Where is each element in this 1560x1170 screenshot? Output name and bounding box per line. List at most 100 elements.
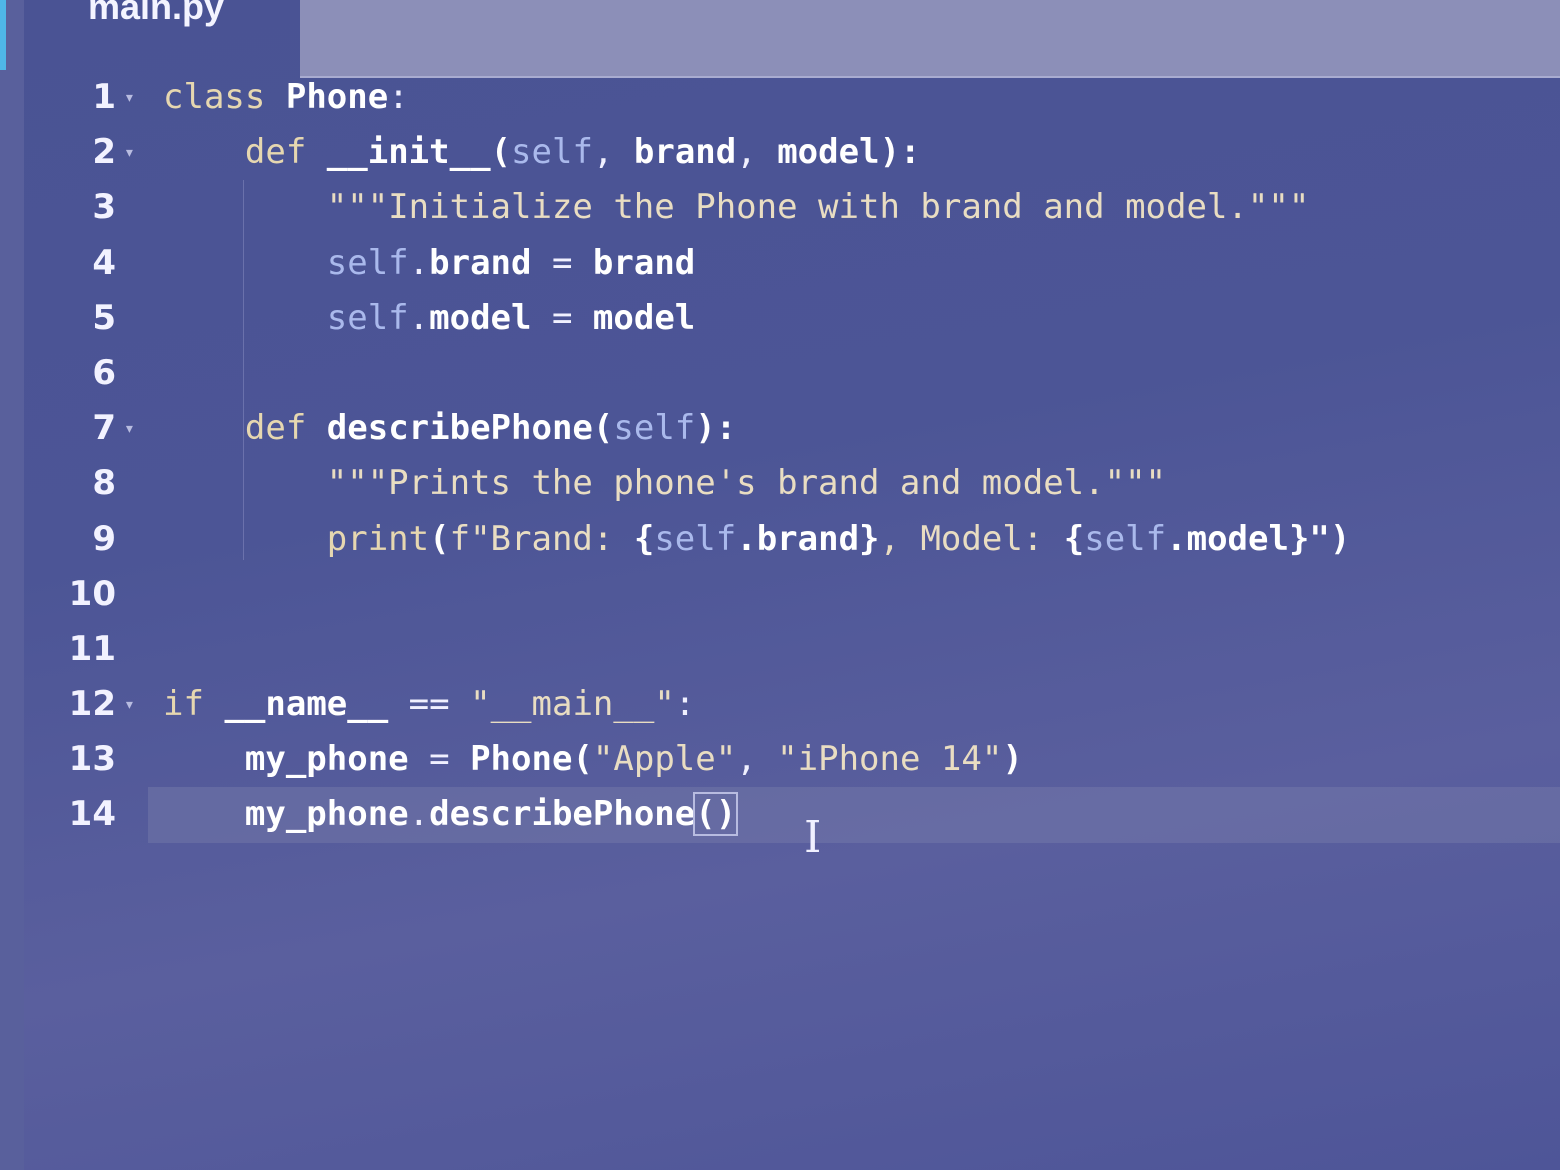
token-p: .: [408, 297, 430, 338]
code-text: self.model = model: [163, 291, 696, 346]
line-number: 10: [68, 573, 116, 614]
token-id: model: [592, 297, 696, 338]
token-str: """Initialize the Phone with brand and m…: [326, 187, 1310, 228]
token-id: (: [429, 518, 450, 559]
fold-arrow-icon[interactable]: ▾: [124, 677, 135, 732]
token-p: ,: [736, 739, 778, 780]
token-id: Phone: [285, 77, 389, 117]
token-str: "iPhone 14": [777, 739, 1003, 780]
code-line[interactable]: 9 print(f"Brand: {self.brand}, Model: {s…: [0, 512, 1560, 567]
token-id: __name__: [224, 684, 389, 725]
token-str: """Prints the phone's brand and model.""…: [326, 463, 1167, 504]
token-kw: def: [244, 132, 307, 173]
tab-main-py[interactable]: main.py: [88, 0, 224, 28]
code-text: def __init__(self, brand, model):: [163, 125, 921, 180]
text-cursor-icon: I: [804, 812, 822, 863]
token-p: [306, 132, 326, 172]
token-id: ):: [879, 132, 921, 173]
line-number: 5: [92, 297, 116, 338]
line-number: 4: [92, 242, 116, 283]
code-line[interactable]: 13 my_phone = Phone("Apple", "iPhone 14"…: [0, 732, 1560, 787]
token-str: "__main__": [470, 684, 675, 725]
code-line[interactable]: 11: [0, 622, 1560, 677]
tab-strip: [300, 0, 1560, 78]
token-str: , Model:: [879, 518, 1064, 559]
code-line[interactable]: 12 ▾ if __name__ == "__main__":: [0, 677, 1560, 732]
fold-arrow-icon[interactable]: ▾: [124, 125, 135, 180]
token-id: __init__: [326, 132, 491, 173]
line-number: 13: [68, 739, 116, 780]
code-line[interactable]: 4 self.brand = brand: [0, 236, 1560, 291]
token-id: brand: [592, 242, 696, 283]
token-id: brand: [429, 242, 532, 283]
fold-arrow-icon[interactable]: ▾: [124, 401, 135, 456]
code-line[interactable]: 6: [0, 346, 1560, 401]
token-p: .: [408, 242, 430, 283]
token-self: self: [511, 132, 593, 173]
token-p: [306, 408, 326, 448]
code-line[interactable]: 8 """Prints the phone's brand and model.…: [0, 456, 1560, 511]
line-number: 14: [68, 794, 116, 835]
token-p: :: [674, 684, 696, 725]
fold-arrow-icon[interactable]: ▾: [124, 70, 135, 125]
token-p: .: [408, 794, 430, 835]
token-p: [265, 77, 285, 117]
token-id: describePhone: [326, 408, 593, 449]
token-id: ): [1002, 739, 1023, 780]
code-line[interactable]: 3 """Initialize the Phone with brand and…: [0, 180, 1560, 235]
token-id: model: [429, 297, 532, 338]
token-p: ==: [388, 684, 471, 725]
code-line[interactable]: 14 my_phone.describePhone(): [69, 787, 1560, 843]
line-number: 12: [68, 684, 116, 725]
code-line[interactable]: 5 self.model = model: [0, 291, 1560, 346]
code-text: self.brand = brand: [163, 236, 696, 291]
token-id: (: [490, 132, 512, 173]
line-number: 6: [92, 352, 116, 393]
code-text: class Phone:: [163, 70, 409, 125]
line-number: 2: [92, 132, 116, 173]
token-self: self: [1084, 518, 1167, 559]
token-id: describePhone: [429, 794, 696, 835]
code-line[interactable]: 2 ▾ def __init__(self, brand, model):: [0, 125, 1560, 180]
code-text: """Prints the phone's brand and model.""…: [163, 456, 1166, 511]
token-id: {: [1063, 518, 1085, 559]
token-p: :: [388, 77, 409, 117]
token-id: my_phone: [244, 794, 409, 835]
code-text: """Initialize the Phone with brand and m…: [163, 180, 1310, 235]
code-text: my_phone = Phone("Apple", "iPhone 14"): [163, 732, 1023, 787]
token-id: {: [633, 518, 655, 559]
code-line[interactable]: 10: [0, 567, 1560, 622]
line-number: 1: [92, 77, 116, 117]
token-id: (: [572, 739, 593, 780]
line-number: 3: [92, 187, 116, 228]
code-text: if __name__ == "__main__":: [163, 677, 695, 732]
token-id: brand: [633, 132, 737, 173]
token-kw: def: [244, 408, 307, 449]
token-kw: print: [326, 518, 430, 559]
token-self: self: [326, 297, 409, 338]
token-p: =: [531, 242, 593, 283]
line-number: 11: [68, 628, 116, 669]
token-id: (: [592, 408, 614, 449]
token-id: "): [1309, 518, 1351, 559]
code-text: def describePhone(self):: [163, 401, 736, 456]
token-id: my_phone: [244, 739, 409, 780]
token-str: "Apple": [592, 739, 737, 780]
token-id: Phone: [470, 739, 573, 780]
token-kw: class: [163, 77, 266, 117]
token-kw: if: [163, 684, 204, 725]
token-self: self: [654, 518, 737, 559]
token-id: model: [777, 132, 880, 173]
code-line[interactable]: 7 ▾ def describePhone(self):: [0, 401, 1560, 456]
code-text: my_phone.describePhone(): [163, 787, 739, 842]
token-p: [204, 684, 224, 724]
token-self: self: [613, 408, 696, 449]
bracket-match: (): [693, 792, 739, 837]
code-editor[interactable]: 1 ▾ class Phone: 2 ▾ def __init__(self, bran…: [0, 70, 1560, 843]
token-id: ):: [695, 408, 737, 449]
code-line[interactable]: 1 ▾ class Phone:: [0, 70, 1560, 125]
token-p: ,: [592, 132, 634, 173]
token-p: =: [531, 297, 593, 338]
token-id: .model}: [1166, 518, 1310, 559]
token-str: f"Brand:: [449, 518, 634, 559]
